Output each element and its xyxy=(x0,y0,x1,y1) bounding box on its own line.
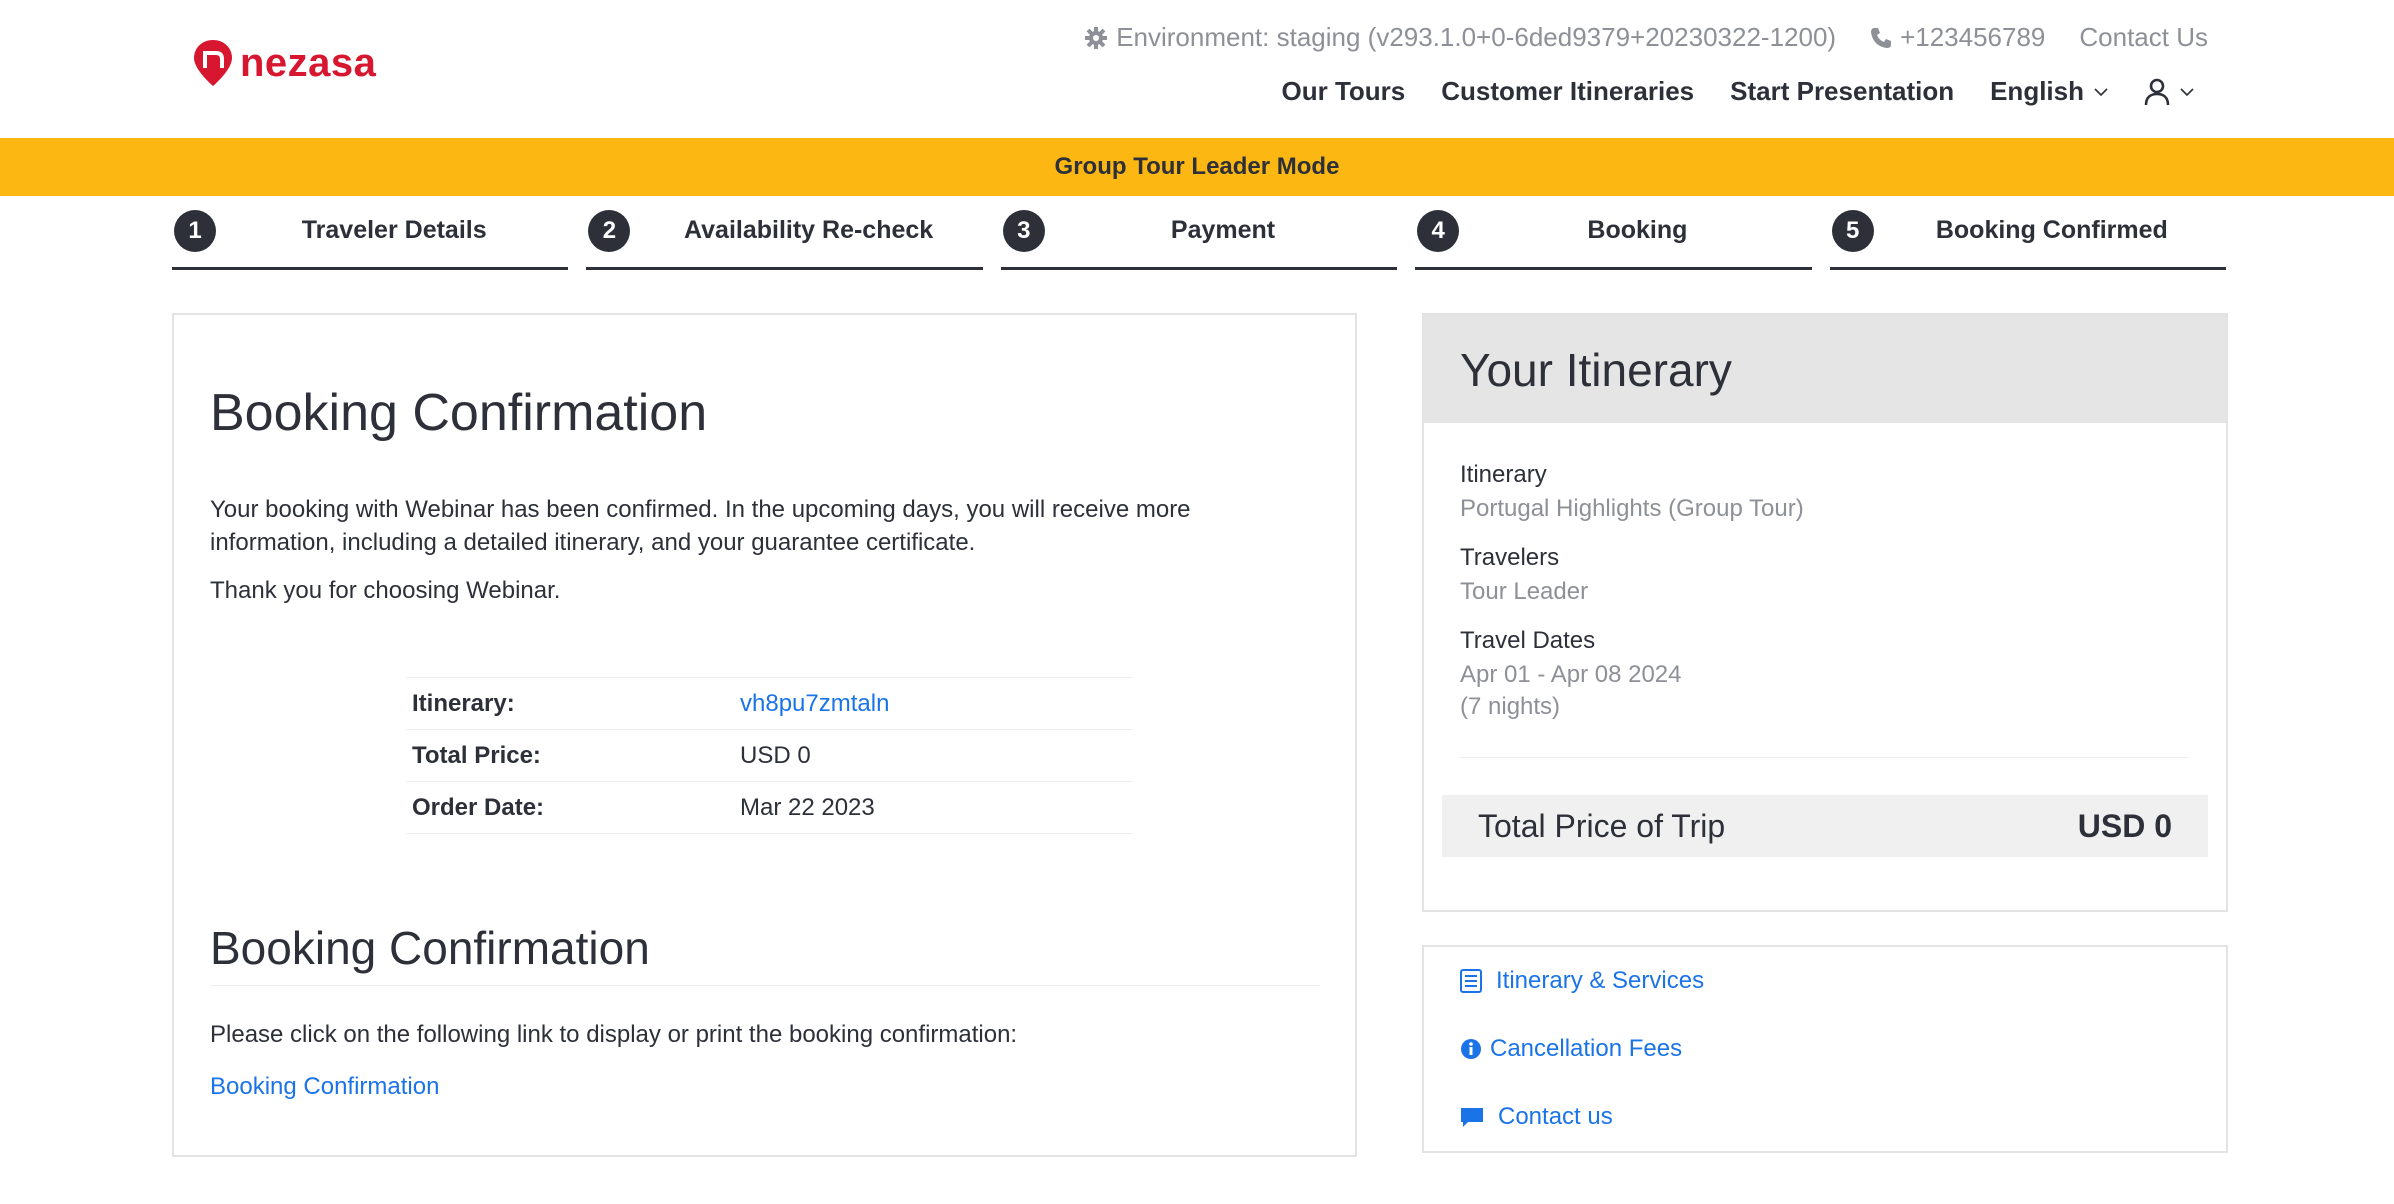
summary-label: Itinerary: xyxy=(412,689,515,717)
nights-value: (7 nights) xyxy=(1460,693,1561,720)
itinerary-id-link[interactable]: vh8pu7zmtaln xyxy=(740,690,889,717)
table-row: Itinerary: vh8pu7zmtaln xyxy=(406,677,1132,730)
step-label: Booking Confirmed xyxy=(1935,216,2168,244)
print-instructions: Please click on the following link to di… xyxy=(210,1021,1018,1048)
step-label: Traveler Details xyxy=(301,216,487,244)
phone-text: +123456789 xyxy=(1900,22,2046,52)
quick-links-card: Itinerary & Services Cancellation Fees C… xyxy=(1422,945,2228,1153)
total-price-bar: Total Price of Trip USD 0 xyxy=(1442,795,2208,857)
total-price-value: USD 0 xyxy=(2077,807,2172,844)
step-number: 2 xyxy=(588,210,631,252)
booking-summary-table: Itinerary: vh8pu7zmtaln Total Price: USD… xyxy=(406,677,1132,834)
environment-info: Environment: staging (v293.1.0+0-6ded937… xyxy=(1084,22,1836,53)
section-title: Booking Confirmation xyxy=(210,921,1320,986)
nav-customer-itineraries[interactable]: Customer Itineraries xyxy=(1441,76,1694,107)
link-label: Itinerary & Services xyxy=(1496,967,1705,994)
booking-steps: 1 Traveler Details 2 Availability Re-che… xyxy=(172,206,2227,270)
user-menu[interactable] xyxy=(2144,78,2194,106)
itinerary-header: Your Itinerary xyxy=(1424,315,2226,423)
step-label: Payment xyxy=(1170,216,1276,244)
header: nezasa Environment: staging (v293.1.0+0-… xyxy=(0,0,2394,138)
step-label: Availability Re-check xyxy=(684,216,934,244)
nav-start-presentation-label: Start Presentation xyxy=(1730,76,1955,106)
step-booking-confirmed: 5 Booking Confirmed xyxy=(1829,206,2227,270)
chat-icon xyxy=(1461,1108,1483,1127)
page-title: Booking Confirmation xyxy=(210,384,708,442)
link-label: Contact us xyxy=(1498,1103,1613,1130)
step-availability-recheck: 2 Availability Re-check xyxy=(586,206,983,270)
environment-text: Environment: staging (v293.1.0+0-6ded937… xyxy=(1116,22,1837,52)
logo-text: nezasa xyxy=(240,40,377,85)
user-icon xyxy=(2144,78,2170,105)
mode-banner-text: Group Tour Leader Mode xyxy=(1054,153,1340,180)
contact-us-side-link[interactable]: Contact us xyxy=(1460,1103,1613,1131)
logo-pin-icon xyxy=(194,40,232,86)
print-link-wrapper: Booking Confirmation xyxy=(210,1073,439,1101)
summary-value: Mar 22 2023 xyxy=(740,793,875,821)
table-row: Total Price: USD 0 xyxy=(406,729,1132,782)
nav-our-tours[interactable]: Our Tours xyxy=(1282,76,1406,107)
booking-confirmation-link[interactable]: Booking Confirmation xyxy=(210,1073,439,1100)
main-nav: Our Tours Customer Itineraries Start Pre… xyxy=(1282,76,2194,107)
logo[interactable]: nezasa xyxy=(192,38,376,88)
nav-our-tours-label: Our Tours xyxy=(1281,76,1406,106)
step-number: 4 xyxy=(1417,210,1460,252)
itinerary-field: Itinerary Portugal Highlights (Group Tou… xyxy=(1460,461,1804,525)
step-number: 3 xyxy=(1002,210,1045,252)
language-label: English xyxy=(1990,76,2084,106)
travelers-field: Travelers Tour Leader xyxy=(1460,544,1588,608)
itinerary-card: Your Itinerary Itinerary Portugal Highli… xyxy=(1422,313,2228,912)
field-value: Tour Leader xyxy=(1460,578,1589,605)
field-label: Travel Dates xyxy=(1460,627,1596,654)
field-label: Travelers xyxy=(1460,544,1560,571)
travel-dates-field: Travel Dates Apr 01 - Apr 08 2024 (7 nig… xyxy=(1460,627,1681,723)
contact-us-link[interactable]: Contact Us xyxy=(2079,22,2208,53)
cancellation-fees-link[interactable]: Cancellation Fees xyxy=(1460,1035,1682,1063)
table-row: Order Date: Mar 22 2023 xyxy=(406,781,1132,834)
chevron-down-icon xyxy=(2180,87,2194,96)
summary-label: Total Price: xyxy=(412,741,541,769)
itinerary-services-link[interactable]: Itinerary & Services xyxy=(1460,967,1704,995)
summary-value: USD 0 xyxy=(740,741,811,769)
phone-icon xyxy=(1871,27,1892,48)
field-label: Itinerary xyxy=(1460,461,1547,488)
confirmation-card: Booking Confirmation Your booking with W… xyxy=(172,313,1357,1157)
itinerary-title: Your Itinerary xyxy=(1460,344,1732,396)
step-number: 1 xyxy=(174,210,216,252)
divider xyxy=(1460,757,2188,758)
info-icon xyxy=(1461,1039,1481,1059)
step-payment: 3 Payment xyxy=(1000,206,1398,270)
topbar: Environment: staging (v293.1.0+0-6ded937… xyxy=(1084,22,2208,53)
step-label: Booking xyxy=(1587,216,1688,244)
summary-label: Order Date: xyxy=(412,793,545,821)
step-traveler-details: 1 Traveler Details xyxy=(172,206,569,270)
nav-start-presentation[interactable]: Start Presentation xyxy=(1730,76,1954,107)
field-value: Portugal Highlights (Group Tour) xyxy=(1460,495,1804,522)
nav-customer-itineraries-label: Customer Itineraries xyxy=(1441,76,1695,106)
step-number: 5 xyxy=(1831,210,1874,252)
list-icon xyxy=(1460,969,1482,993)
summary-value: vh8pu7zmtaln xyxy=(740,678,1132,730)
step-booking: 4 Booking xyxy=(1415,206,1812,270)
mode-banner: Group Tour Leader Mode xyxy=(0,138,2394,196)
chevron-down-icon xyxy=(2094,87,2108,96)
link-label: Cancellation Fees xyxy=(1490,1035,1683,1062)
confirmation-message: Your booking with Webinar has been confi… xyxy=(210,496,1191,556)
contact-us-text: Contact Us xyxy=(2079,22,2208,52)
field-value: Apr 01 - Apr 08 2024 xyxy=(1460,661,1682,688)
total-price-label: Total Price of Trip xyxy=(1478,807,1726,844)
thank-you-message: Thank you for choosing Webinar. xyxy=(210,577,561,604)
gear-icon xyxy=(1085,26,1108,49)
language-dropdown[interactable]: English xyxy=(1990,76,2108,107)
phone-link[interactable]: +123456789 xyxy=(1870,22,2045,53)
